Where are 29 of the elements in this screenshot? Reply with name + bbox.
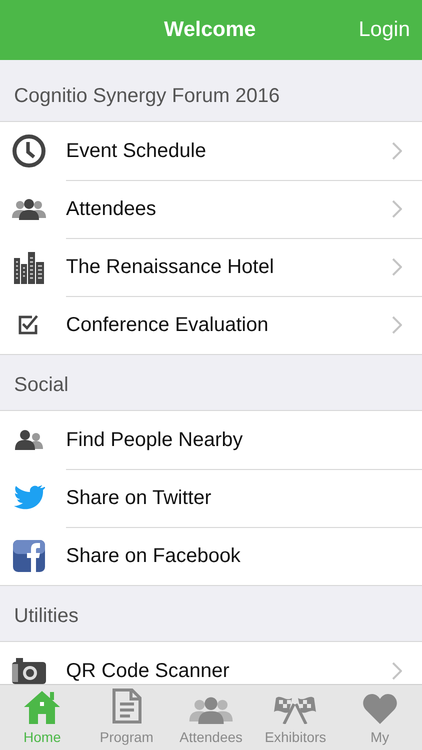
people-icon [189, 696, 234, 724]
row-label: Share on Twitter [65, 486, 212, 511]
house-icon [24, 690, 60, 724]
chevron-icon [392, 200, 402, 218]
row-label: Share on Facebook [65, 544, 242, 569]
row-label: Find People Nearby [65, 428, 244, 453]
section-header: Cognitio Synergy Forum 2016 [14, 84, 280, 109]
people-icon [15, 430, 43, 450]
heart-icon [362, 694, 397, 724]
section-header: Social [14, 373, 68, 398]
screen-title: Welcome [164, 17, 256, 44]
chevron-icon [392, 662, 402, 680]
facebook-icon [13, 540, 45, 572]
row-label: Attendees [65, 197, 158, 222]
row-label: The Renaissance Hotel [65, 255, 275, 280]
row-label: Event Schedule [65, 139, 208, 164]
document-icon [112, 688, 142, 724]
people-icon [12, 198, 46, 220]
clock-icon [12, 134, 46, 168]
section-header: Utilities [14, 604, 78, 629]
buildings-icon [14, 250, 44, 284]
chevron-icon [392, 258, 402, 276]
chevron-icon [392, 316, 402, 334]
row-label: QR Code Scanner [65, 659, 230, 684]
checkbox-icon [18, 314, 40, 336]
row-label: Conference Evaluation [65, 313, 270, 338]
bird-icon [13, 484, 45, 512]
chevron-icon [392, 142, 402, 160]
flags-icon [274, 694, 316, 724]
